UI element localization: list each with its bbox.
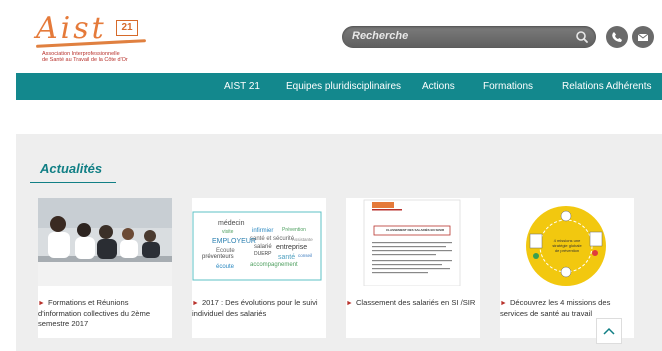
word-cloud-word: santé xyxy=(278,254,296,261)
search-bar[interactable]: Recherche xyxy=(342,26,596,48)
news-card-1-label: Formations et Réunions d'information col… xyxy=(38,298,151,328)
word-cloud-word: médecin xyxy=(218,220,245,227)
word-cloud-word: conseil xyxy=(298,253,313,258)
word-cloud-word: infirmier xyxy=(252,228,274,234)
news-card-2-text[interactable]: ► 2017 : Des évolutions pour le suivi ind… xyxy=(192,298,326,319)
word-cloud-word: santé et sécurité xyxy=(250,236,295,242)
word-cloud-word: EMPLOYEUR xyxy=(212,238,256,245)
word-cloud-word: accompagnement xyxy=(250,262,298,268)
word-cloud-word: écoute xyxy=(216,264,235,270)
document-title: CLASSEMENT DES SALARIÉS EN SI/SIR xyxy=(386,228,445,232)
missions-center-text: 4 missions une stratégie globale de prév… xyxy=(552,238,582,253)
search-icon[interactable] xyxy=(574,29,590,45)
bullet-icon: ► xyxy=(38,300,45,307)
news-card-3-text[interactable]: ► Classement des salariés en SI /SIR xyxy=(346,298,480,309)
news-card-1-text[interactable]: ► Formations et Réunions d'information co… xyxy=(38,298,172,329)
mail-icon xyxy=(637,33,649,41)
news-card-4-text[interactable]: ► Découvrez les 4 missions des services d… xyxy=(500,298,634,319)
news-card-4-label: Découvrez les 4 missions des services de… xyxy=(500,298,611,318)
bullet-icon: ► xyxy=(500,300,507,307)
chevron-up-icon xyxy=(603,327,615,335)
news-card-2-label: 2017 : Des évolutions pour le suivi indi… xyxy=(192,298,318,318)
news-card-3[interactable]: CLASSEMENT DES SALARIÉS EN SI/SIR ► Class… xyxy=(346,198,480,338)
news-card-4[interactable]: 4 missions une stratégie globale de prév… xyxy=(500,198,634,338)
nav-item-relations-adherents[interactable]: Relations Adhérents xyxy=(562,73,652,100)
bullet-icon: ► xyxy=(346,300,353,307)
search-input[interactable]: Recherche xyxy=(352,30,408,42)
word-cloud-word: Ecoute xyxy=(216,248,235,254)
mail-button[interactable] xyxy=(632,26,654,48)
site-header: Aist 21 Association Interprofessionnelle… xyxy=(0,0,662,72)
word-cloud-word: Assistante xyxy=(292,237,313,242)
nav-item-actions[interactable]: Actions xyxy=(422,73,455,100)
word-cloud-word: visite xyxy=(222,229,234,235)
word-cloud-image[interactable]: médecin infirmier Prévention santé et sé… xyxy=(192,198,326,286)
news-card-2[interactable]: médecin infirmier Prévention santé et sé… xyxy=(192,198,326,338)
scroll-top-button[interactable] xyxy=(596,318,622,344)
nav-item-formations[interactable]: Formations xyxy=(483,73,533,100)
word-cloud-word: DUERP xyxy=(254,251,272,257)
word-cloud-word: Prévention xyxy=(282,227,306,233)
logo-tagline-line2: de Santé au Travail de la Côte d'Or xyxy=(42,57,128,63)
nav-item-aist21[interactable]: AIST 21 xyxy=(224,73,260,100)
word-cloud-word: préventeurs xyxy=(202,254,234,260)
phone-icon xyxy=(612,32,622,42)
news-card-3-label: Classement des salariés en SI /SIR xyxy=(355,298,476,307)
logo-number: 21 xyxy=(116,20,138,36)
document-thumbnail[interactable]: CLASSEMENT DES SALARIÉS EN SI/SIR xyxy=(346,198,480,286)
missions-diagram[interactable]: 4 missions une stratégie globale de prév… xyxy=(500,198,634,286)
main-nav: AIST 21 Equipes pluridisciplinaires Acti… xyxy=(16,73,662,100)
phone-button[interactable] xyxy=(606,26,628,48)
bullet-icon: ► xyxy=(192,300,199,307)
word-cloud-word: salarié xyxy=(254,244,272,250)
news-title-underline xyxy=(30,182,116,183)
word-cloud-word: entreprise xyxy=(276,244,308,251)
news-title: Actualités xyxy=(40,161,103,176)
training-meeting-photo[interactable] xyxy=(38,198,172,286)
aist21-logo[interactable]: Aist 21 Association Interprofessionnelle… xyxy=(35,12,166,66)
news-card-1[interactable]: ► Formations et Réunions d'information co… xyxy=(38,198,172,338)
nav-item-equipes[interactable]: Equipes pluridisciplinaires xyxy=(286,73,401,100)
